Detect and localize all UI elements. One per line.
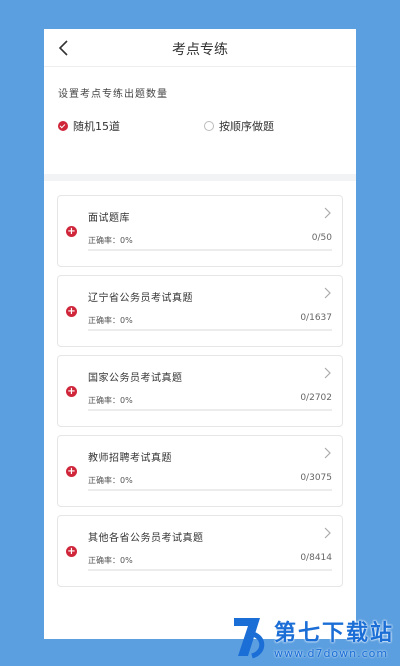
bank-title: 其他各省公务员考试真题 [88, 533, 204, 544]
progress-bar [88, 409, 332, 411]
phone-screen: 考点专练 设置考点专练出题数量 随机15道 按顺序做题 + 面试题库 正确率：0… [44, 29, 356, 639]
bank-card-national[interactable]: + 国家公务员考试真题 正确率：0% 0/2702 [57, 355, 343, 427]
option-label: 随机15道 [73, 120, 120, 133]
plus-icon: + [66, 306, 77, 317]
d7-logo-icon [233, 618, 265, 659]
progress-count: 0/3075 [300, 473, 332, 483]
accuracy-text: 正确率：0% [88, 476, 133, 485]
accuracy-text: 正确率：0% [88, 236, 133, 245]
option-label: 按顺序做题 [219, 120, 274, 133]
accuracy-text: 正确率：0% [88, 556, 133, 565]
plus-icon: + [66, 466, 77, 477]
question-count-settings: 设置考点专练出题数量 随机15道 按顺序做题 [44, 67, 356, 181]
site-watermark: 第七下载站 www.d7down.com [230, 614, 394, 660]
progress-count: 0/8414 [300, 553, 332, 563]
watermark-name: 第七下载站 [273, 621, 394, 646]
question-bank-list: + 面试题库 正确率：0% 0/50 + 辽宁省公务员考试真题 正确率：0% 0… [44, 181, 356, 587]
chevron-right-icon [324, 447, 331, 459]
bank-card-liaoning[interactable]: + 辽宁省公务员考试真题 正确率：0% 0/1637 [57, 275, 343, 347]
accuracy-text: 正确率：0% [88, 316, 133, 325]
bank-card-interview[interactable]: + 面试题库 正确率：0% 0/50 [57, 195, 343, 267]
chevron-right-icon [324, 527, 331, 539]
progress-count: 0/2702 [300, 393, 332, 403]
count-options: 随机15道 按顺序做题 [58, 118, 342, 134]
progress-bar [88, 249, 332, 251]
top-bar: 考点专练 [44, 29, 356, 67]
progress-bar [88, 569, 332, 571]
bank-title: 辽宁省公务员考试真题 [88, 293, 193, 304]
plus-icon: + [66, 546, 77, 557]
progress-bar [88, 489, 332, 491]
chevron-right-icon [324, 287, 331, 299]
bank-title: 教师招聘考试真题 [88, 453, 172, 464]
option-sequential[interactable]: 按顺序做题 [204, 118, 274, 134]
progress-count: 0/1637 [300, 313, 332, 323]
chevron-right-icon [324, 207, 331, 219]
accuracy-text: 正确率：0% [88, 396, 133, 405]
bank-title: 面试题库 [88, 213, 130, 224]
option-random-15[interactable]: 随机15道 [58, 118, 204, 134]
settings-label: 设置考点专练出题数量 [58, 89, 168, 100]
bank-card-teacher[interactable]: + 教师招聘考试真题 正确率：0% 0/3075 [57, 435, 343, 507]
progress-bar [88, 329, 332, 331]
plus-icon: + [66, 386, 77, 397]
radio-unchecked-icon [204, 121, 214, 131]
bank-card-other-provinces[interactable]: + 其他各省公务员考试真题 正确率：0% 0/8414 [57, 515, 343, 587]
progress-count: 0/50 [311, 233, 332, 243]
bank-title: 国家公务员考试真题 [88, 373, 183, 384]
plus-icon: + [66, 226, 77, 237]
chevron-right-icon [324, 367, 331, 379]
radio-checked-icon [58, 121, 68, 131]
watermark-url: www.d7down.com [273, 647, 389, 660]
page-title: 考点专练 [172, 42, 228, 58]
